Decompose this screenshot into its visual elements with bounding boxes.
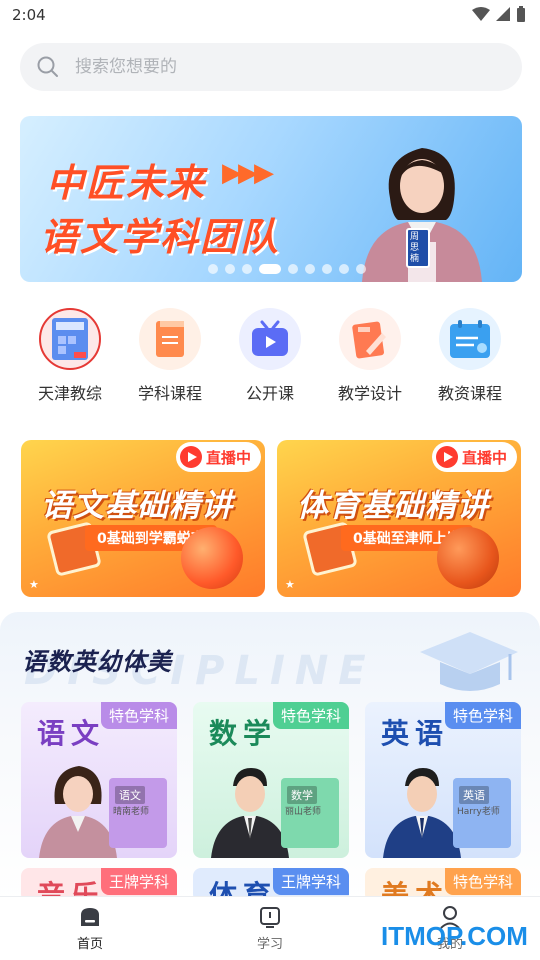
planet-decoration-icon [181,527,243,589]
quick-nav-label: 教资课程 [437,386,502,403]
carousel-dot-active[interactable] [259,264,281,274]
subject-tag: 王牌学科 [272,868,349,895]
subject-card-chinese[interactable]: 语文 特色学科 语文 晴南老师 [21,702,177,858]
star-icon: ★ [285,578,295,591]
book-icon [139,308,201,370]
bottom-nav-home[interactable]: 首页 [0,897,180,960]
banner-arrows-icon: ▶▶▶ [222,158,274,188]
quick-nav-label: 教学设计 [337,386,402,403]
status-bar: 2:04 [0,0,540,32]
live-play-icon [179,446,202,468]
subject-name: 数学 [209,717,278,750]
carousel-dot[interactable] [356,264,366,274]
calendar-card-icon [439,308,501,370]
carousel-dot[interactable] [208,264,218,274]
subject-name: 语文 [37,717,106,750]
video-play-icon [239,308,301,370]
wifi-icon [472,7,490,21]
live-badge: 直播中 [175,442,261,472]
discipline-section: DISCIPLINE 语数英幼体美 语文 特色学科 语文 晴南老师 数学 特色学… [0,612,540,902]
subject-tag: 特色学科 [444,868,521,895]
battery-icon [517,6,525,22]
subject-card-math[interactable]: 数学 特色学科 数学 丽山老师 [193,702,349,858]
carousel-dot[interactable] [322,264,332,274]
subject-tag: 特色学科 [444,702,521,729]
textbook-icon [39,308,101,370]
quick-nav-open-class[interactable]: 公开课 [220,308,320,404]
quick-nav-label: 公开课 [245,386,294,403]
section-title: 语数英幼体美 [22,648,172,676]
graduation-cap-icon [420,632,518,691]
site-watermark-logo: ITMOP.COM [381,921,528,951]
live-card-title: 语文基础精讲 [41,488,233,524]
book-teacher: Harry老师 [457,807,500,817]
quick-nav-subject-course[interactable]: 学科课程 [120,308,220,404]
home-icon [81,908,99,926]
subject-tag: 特色学科 [272,702,349,729]
subject-tag: 王牌学科 [100,868,177,895]
live-badge: 直播中 [431,442,517,472]
carousel-dot[interactable] [288,264,298,274]
promo-banner[interactable]: 中匠未来 ▶▶▶ 语文学科团队 周思楠 [20,116,522,282]
bottom-nav-label: 首页 [76,937,103,952]
book-label: 数学 [287,786,317,804]
banner-headline: 中匠未来 [46,161,207,205]
signal-icon [496,7,510,21]
badge-name-text: 周思楠 [410,232,420,264]
search-icon [37,56,58,77]
carousel-dot[interactable] [339,264,349,274]
subject-name: 英语 [381,717,450,750]
quick-nav: 天津教综 学科课程 公开课 教学设计 教资课程 [20,308,520,404]
carousel-dot[interactable] [225,264,235,274]
subject-tag: 特色学科 [100,702,177,729]
status-time: 2:04 [12,6,46,24]
quick-nav-tianjin[interactable]: 天津教综 [20,308,120,404]
name-badge: 周思楠 [406,228,430,268]
quick-nav-teaching-design[interactable]: 教学设计 [320,308,420,404]
search-bar[interactable] [20,43,522,91]
live-card-pe[interactable]: 直播中 体育基础精讲 0基础至津师上岸 ★ [277,440,521,597]
live-badge-text: 直播中 [461,448,507,467]
bottom-nav-label: 学习 [256,937,283,952]
subject-book-icon: 数学 丽山老师 [281,778,339,848]
live-play-icon [435,446,458,468]
book-label: 语文 [115,786,145,804]
quick-nav-label: 学科课程 [137,386,202,403]
carousel-dot[interactable] [242,264,252,274]
subject-book-icon: 英语 Harry老师 [453,778,511,848]
banner-subheadline: 语文学科团队 [40,215,281,259]
bottom-nav-study[interactable]: 学习 [180,897,360,960]
subject-book-icon: 语文 晴南老师 [109,778,167,848]
basketball-icon [437,527,499,589]
status-icons [472,6,526,22]
live-badge-text: 直播中 [205,448,251,467]
quick-nav-cert-course[interactable]: 教资课程 [420,308,520,404]
live-card-chinese[interactable]: 直播中 语文基础精讲 0基础到学霸蜕变 ★ [21,440,265,597]
subject-card-english[interactable]: 英语 特色学科 英语 Harry老师 [365,702,521,858]
pencil-note-icon [339,308,401,370]
quick-nav-label: 天津教综 [37,386,102,403]
star-icon: ★ [29,578,39,591]
study-icon [260,907,280,928]
book-teacher: 晴南老师 [113,807,150,817]
live-card-title: 体育基础精讲 [297,488,489,524]
carousel-dots [208,264,366,274]
book-teacher: 丽山老师 [285,807,322,817]
book-label: 英语 [459,786,489,804]
carousel-dot[interactable] [305,264,315,274]
search-input[interactable] [75,43,505,91]
